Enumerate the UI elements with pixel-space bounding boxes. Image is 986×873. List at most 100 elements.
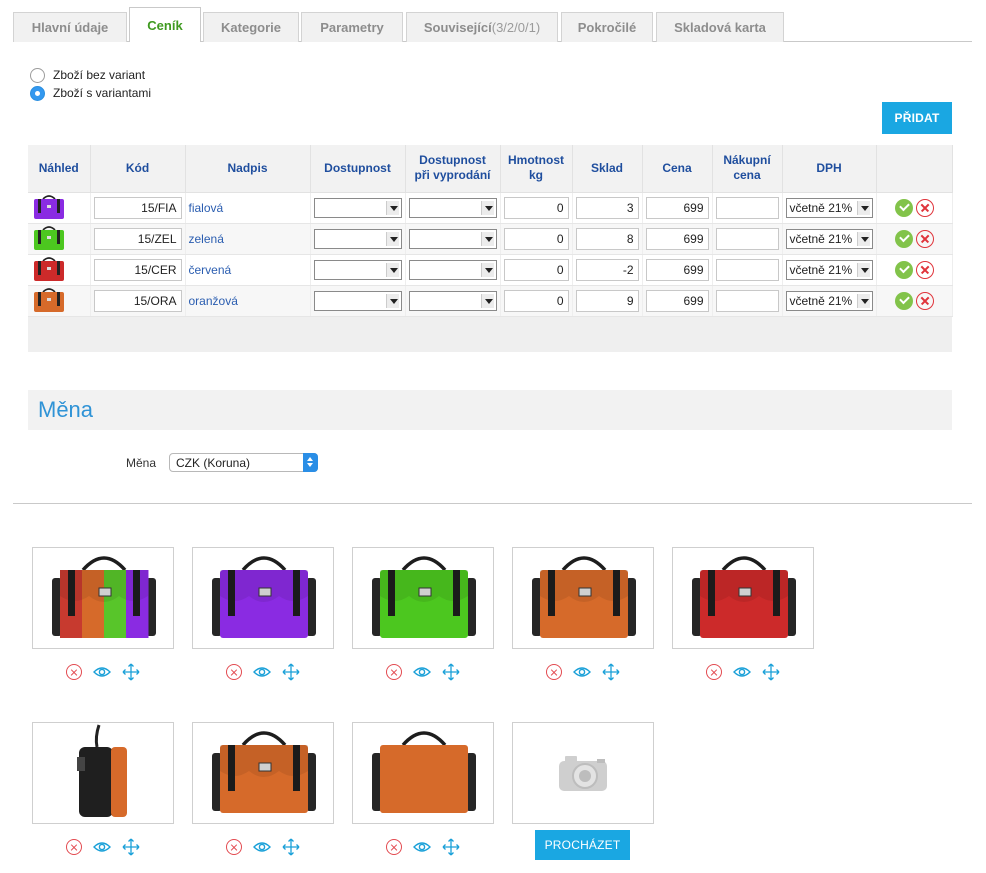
eye-icon[interactable] — [413, 663, 431, 681]
code-cell: 15/ZEL — [90, 223, 186, 255]
product-image — [692, 556, 796, 638]
vat-select[interactable]: včetně 21% — [785, 259, 873, 280]
product-image — [212, 556, 316, 638]
eye-icon[interactable] — [253, 838, 271, 856]
image-upload-placeholder[interactable] — [512, 722, 654, 824]
eye-icon[interactable] — [413, 838, 431, 856]
eye-icon[interactable] — [93, 838, 111, 856]
delete-icon[interactable] — [915, 291, 934, 310]
move-icon[interactable] — [762, 663, 780, 681]
availability-sold-select[interactable] — [408, 228, 497, 249]
gallery-image-8[interactable] — [352, 722, 494, 824]
move-icon[interactable] — [602, 663, 620, 681]
availability-select[interactable] — [313, 290, 402, 311]
availability-select[interactable] — [313, 228, 402, 249]
eye-icon[interactable] — [93, 663, 111, 681]
browse-button[interactable]: PROCHÁZET — [535, 830, 630, 860]
delete-image-icon[interactable] — [226, 839, 242, 855]
gallery-image-6[interactable] — [32, 722, 174, 824]
purchase-price-input[interactable] — [715, 289, 779, 312]
gallery-image-5[interactable] — [672, 547, 814, 649]
move-icon[interactable] — [282, 663, 300, 681]
variant-label-link[interactable]: červená — [189, 263, 232, 277]
delete-image-icon[interactable] — [546, 664, 562, 680]
delete-icon[interactable] — [915, 260, 934, 279]
dropdown-arrow-icon — [856, 293, 870, 308]
stock-input[interactable]: -2 — [575, 258, 639, 281]
delete-image-icon[interactable] — [226, 664, 242, 680]
confirm-icon[interactable] — [894, 291, 913, 310]
weight-input[interactable]: 0 — [503, 289, 569, 312]
delete-icon[interactable] — [915, 198, 934, 217]
tab-advanced[interactable]: Pokročilé — [561, 12, 653, 42]
move-icon[interactable] — [442, 663, 460, 681]
code-input[interactable]: 15/FIA — [93, 196, 182, 219]
purchase-price-input[interactable] — [715, 258, 779, 281]
purchase-price-input[interactable] — [715, 196, 779, 219]
move-icon[interactable] — [122, 663, 140, 681]
tab-categories[interactable]: Kategorie — [203, 12, 299, 42]
stock-input[interactable]: 9 — [575, 289, 639, 312]
radio-no-variants[interactable]: Zboží bez variant — [30, 67, 145, 83]
gallery-image-7[interactable] — [192, 722, 334, 824]
eye-icon[interactable] — [253, 663, 271, 681]
availability-sold-select[interactable] — [408, 290, 497, 311]
move-icon[interactable] — [122, 838, 140, 856]
confirm-icon[interactable] — [894, 260, 913, 279]
delete-image-icon[interactable] — [386, 664, 402, 680]
delete-icon[interactable] — [915, 229, 934, 248]
code-input[interactable]: 15/CER — [93, 258, 182, 281]
variant-label-link[interactable]: fialová — [189, 201, 224, 215]
tab-stock-card[interactable]: Skladová karta — [656, 12, 784, 42]
gallery-image-4[interactable] — [512, 547, 654, 649]
move-icon[interactable] — [442, 838, 460, 856]
purchase-price-input[interactable] — [715, 227, 779, 250]
availability-select[interactable] — [313, 197, 402, 218]
tab-related[interactable]: Související (3/2/0/1) — [406, 12, 558, 42]
gallery-image-3[interactable] — [352, 547, 494, 649]
delete-image-icon[interactable] — [66, 839, 82, 855]
radio-button[interactable] — [30, 67, 45, 83]
tab-main-info[interactable]: Hlavní údaje — [13, 12, 127, 42]
add-variant-button[interactable]: PŘIDAT — [882, 102, 952, 134]
price-input[interactable]: 699 — [645, 227, 709, 250]
gallery-image-1[interactable] — [32, 547, 174, 649]
price-input[interactable]: 699 — [645, 258, 709, 281]
gallery-image-2[interactable] — [192, 547, 334, 649]
confirm-icon[interactable] — [894, 229, 913, 248]
header-line: Hmotnost — [508, 153, 564, 168]
price-input[interactable]: 699 — [645, 196, 709, 219]
delete-image-icon[interactable] — [706, 664, 722, 680]
currency-select[interactable]: CZK (Koruna) — [169, 453, 318, 472]
variant-label-link[interactable]: oranžová — [189, 294, 238, 308]
eye-icon[interactable] — [573, 663, 591, 681]
weight-input[interactable]: 0 — [503, 196, 569, 219]
weight-input[interactable]: 0 — [503, 227, 569, 250]
tab-parameters[interactable]: Parametry — [301, 12, 403, 42]
vat-select[interactable]: včetně 21% — [785, 197, 873, 218]
delete-image-icon[interactable] — [386, 839, 402, 855]
eye-icon[interactable] — [733, 663, 751, 681]
delete-image-icon[interactable] — [66, 664, 82, 680]
currency-select-value: CZK (Koruna) — [176, 455, 251, 470]
radio-with-variants[interactable]: Zboží s variantami — [30, 85, 151, 101]
stock-input[interactable]: 8 — [575, 227, 639, 250]
availability-sold-select[interactable] — [408, 197, 497, 218]
dropdown-arrow-icon — [856, 231, 870, 246]
code-input[interactable]: 15/ZEL — [93, 227, 182, 250]
variant-thumbnail — [34, 256, 64, 281]
code-input[interactable]: 15/ORA — [93, 289, 182, 312]
price-input[interactable]: 699 — [645, 289, 709, 312]
weight-input[interactable]: 0 — [503, 258, 569, 281]
availability-select[interactable] — [313, 259, 402, 280]
vat-select[interactable]: včetně 21% — [785, 290, 873, 311]
product-image — [372, 731, 476, 813]
radio-button-checked[interactable] — [30, 85, 45, 101]
confirm-icon[interactable] — [894, 198, 913, 217]
stock-input[interactable]: 3 — [575, 196, 639, 219]
availability-sold-select[interactable] — [408, 259, 497, 280]
tab-price-list[interactable]: Ceník — [129, 7, 201, 42]
variant-label-link[interactable]: zelená — [189, 232, 224, 246]
vat-select[interactable]: včetně 21% — [785, 228, 873, 249]
move-icon[interactable] — [282, 838, 300, 856]
